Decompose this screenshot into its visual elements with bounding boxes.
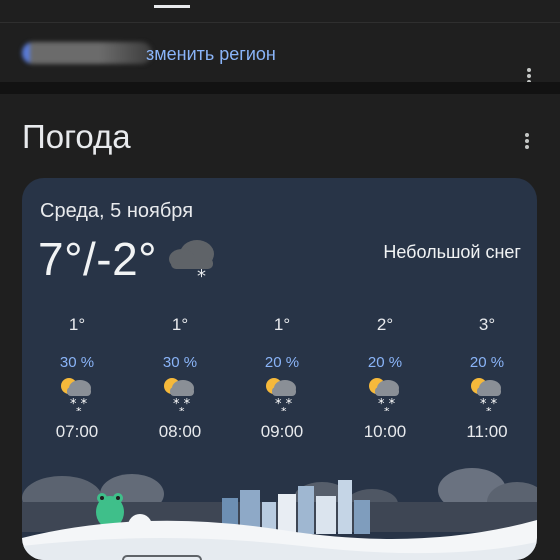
hour-precip: 20 % — [264, 354, 300, 371]
hour-temp: 1° — [273, 315, 291, 334]
hour-time: 11:00 — [466, 422, 508, 441]
svg-text:*: * — [384, 405, 390, 411]
partly-sunny-snow-icon: * * * — [164, 378, 194, 411]
hour-precip: 20 % — [367, 354, 403, 371]
hour-time: 08:00 — [158, 422, 202, 441]
hourly-item[interactable]: 1° 20 % * * * 09:00 — [247, 308, 317, 442]
hourly-item[interactable]: 1° 30 % * * * 08:00 — [145, 308, 215, 442]
svg-text:*: * — [179, 405, 185, 411]
weather-date: Среда, 5 ноября — [40, 200, 194, 222]
hourly-item[interactable]: 2° 20 % * * * 10:00 — [350, 308, 420, 442]
svg-text:*: * — [76, 405, 82, 411]
hour-temp: 2° — [376, 315, 394, 334]
weather-more-icon[interactable] — [517, 130, 537, 152]
cloud-snow-icon: * — [169, 240, 214, 284]
partly-sunny-snow-icon: * * * — [471, 378, 501, 411]
temperature-range: 7°/-2° — [38, 233, 158, 285]
hourly-forecast: 1° 30 % * * * 07:00 1° 30 % * * * 08:00 — [22, 308, 537, 448]
weather-condition: Небольшой снег — [383, 242, 521, 262]
hour-precip: 30 % — [59, 354, 95, 371]
hour-precip: 20 % — [469, 354, 505, 371]
svg-text:*: * — [486, 405, 492, 411]
snow-scene-illustration — [22, 468, 537, 560]
bottom-chip[interactable] — [122, 555, 202, 560]
hour-temp: 1° — [68, 315, 86, 334]
section-title: Погода — [22, 118, 131, 155]
weather-card[interactable]: Среда, 5 ноября 7°/-2° * Небольшой снег … — [22, 178, 537, 560]
partly-sunny-snow-icon: * * * — [61, 378, 91, 411]
hour-precip: 30 % — [162, 354, 198, 371]
section-divider — [0, 82, 560, 94]
partly-sunny-snow-icon: * * * — [266, 378, 296, 411]
hour-time: 10:00 — [363, 422, 407, 441]
hourly-item[interactable]: 1° 30 % * * * 07:00 — [42, 308, 112, 442]
svg-text:*: * — [281, 405, 287, 411]
hour-temp: 1° — [171, 315, 189, 334]
blurred-location — [22, 42, 152, 64]
tab-indicator — [154, 0, 190, 8]
hour-time: 09:00 — [260, 422, 304, 441]
partly-sunny-snow-icon: * * * — [369, 378, 399, 411]
hourly-item[interactable]: 3° 20 % * * * 11:00 — [452, 308, 522, 442]
hour-temp: 3° — [478, 315, 496, 334]
hour-time: 07:00 — [55, 422, 99, 441]
svg-text:*: * — [197, 266, 206, 284]
change-region-link[interactable]: зменить регион — [146, 44, 276, 65]
region-bar: зменить регион — [0, 23, 560, 84]
